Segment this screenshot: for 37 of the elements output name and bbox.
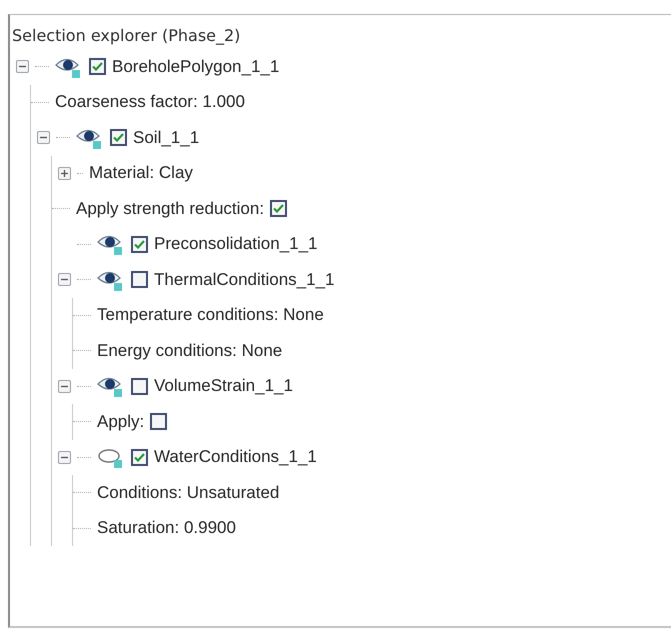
panel-title: Selection explorer (Phase_2) bbox=[11, 24, 240, 47]
checkmark-icon bbox=[273, 204, 284, 214]
property-label: Apply strength reduction: bbox=[76, 198, 264, 219]
checkmark-icon bbox=[134, 452, 145, 462]
property-label: Conditions: Unsaturated bbox=[97, 482, 280, 503]
checkbox[interactable] bbox=[89, 58, 106, 76]
checkbox[interactable] bbox=[150, 413, 168, 430]
eye-icon[interactable] bbox=[97, 375, 125, 398]
collapse-button[interactable] bbox=[37, 131, 50, 144]
collapse-button[interactable] bbox=[16, 60, 29, 74]
checkmark-icon bbox=[134, 240, 145, 249]
checkbox[interactable] bbox=[270, 200, 288, 218]
expand-button[interactable] bbox=[58, 166, 71, 180]
tree-item-label[interactable]: Preconsolidation_1_1 bbox=[154, 234, 318, 254]
checkbox[interactable] bbox=[131, 448, 148, 466]
collapse-button[interactable] bbox=[58, 450, 71, 464]
tree-item-label[interactable]: BoreholePolygon_1_1 bbox=[112, 56, 280, 77]
checkmark-icon bbox=[113, 133, 124, 142]
tree-item-label[interactable]: ThermalConditions_1_1 bbox=[154, 270, 334, 290]
property-label: Temperature conditions: None bbox=[97, 305, 324, 326]
checkbox[interactable] bbox=[131, 236, 148, 253]
tree-item-label[interactable]: Soil_1_1 bbox=[133, 128, 200, 148]
eye-icon[interactable] bbox=[97, 233, 125, 256]
tree-item-label[interactable]: VolumeStrain_1_1 bbox=[154, 376, 293, 396]
property-label: Coarseness factor: 1.000 bbox=[55, 92, 245, 112]
property-label[interactable]: Material: Clay bbox=[89, 163, 193, 184]
property-label: Saturation: 0.9900 bbox=[97, 518, 236, 538]
collapse-button[interactable] bbox=[58, 273, 71, 286]
plus-icon bbox=[61, 170, 68, 177]
tree-item-label[interactable]: WaterConditions_1_1 bbox=[154, 447, 317, 468]
checkbox[interactable] bbox=[131, 378, 148, 395]
checkbox[interactable] bbox=[131, 271, 148, 288]
property-label: Energy conditions: None bbox=[97, 340, 282, 361]
checkbox[interactable] bbox=[110, 129, 127, 146]
property-label: Apply: bbox=[97, 412, 144, 432]
collapse-button[interactable] bbox=[58, 380, 71, 393]
checkmark-icon bbox=[92, 62, 103, 72]
